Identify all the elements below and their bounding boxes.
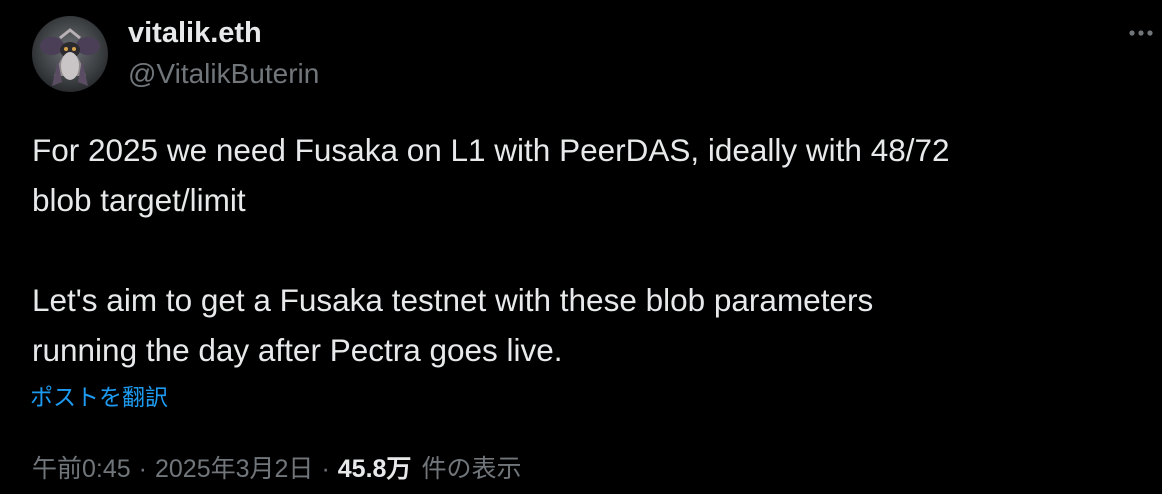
more-options-button[interactable]: [1126, 20, 1156, 46]
translate-post-link[interactable]: ポストを翻訳: [30, 381, 168, 413]
avatar[interactable]: [32, 16, 108, 92]
display-name[interactable]: vitalik.eth: [128, 16, 262, 50]
more-horizontal-icon: [1129, 30, 1153, 36]
avatar-image: [32, 16, 108, 92]
tweet-text-line: Let's aim to get a Fusaka testnet with t…: [32, 282, 874, 318]
views-count[interactable]: 45.8万: [338, 455, 412, 483]
views-label[interactable]: 件の表示: [421, 455, 521, 483]
tweet-text-line: blob target/limit: [32, 182, 246, 218]
paragraph-break: [32, 225, 1142, 275]
post-date[interactable]: 2025年3月2日: [155, 455, 313, 483]
tweet-text: For 2025 we need Fusaka on L1 with PeerD…: [32, 125, 1142, 375]
post-time[interactable]: 午前0:45: [32, 455, 131, 483]
tweet-card: vitalik.eth @VitalikButerin For 2025 we …: [0, 0, 1162, 494]
user-handle[interactable]: @VitalikButerin: [128, 57, 319, 91]
tweet-text-line: running the day after Pectra goes live.: [32, 332, 563, 368]
separator-dot: ·: [321, 455, 330, 483]
separator-dot: ·: [138, 455, 147, 483]
tweet-text-line: For 2025 we need Fusaka on L1 with PeerD…: [32, 132, 950, 168]
tweet-metadata: 午前0:45 · 2025年3月2日 · 45.8万 件の表示: [32, 452, 521, 486]
